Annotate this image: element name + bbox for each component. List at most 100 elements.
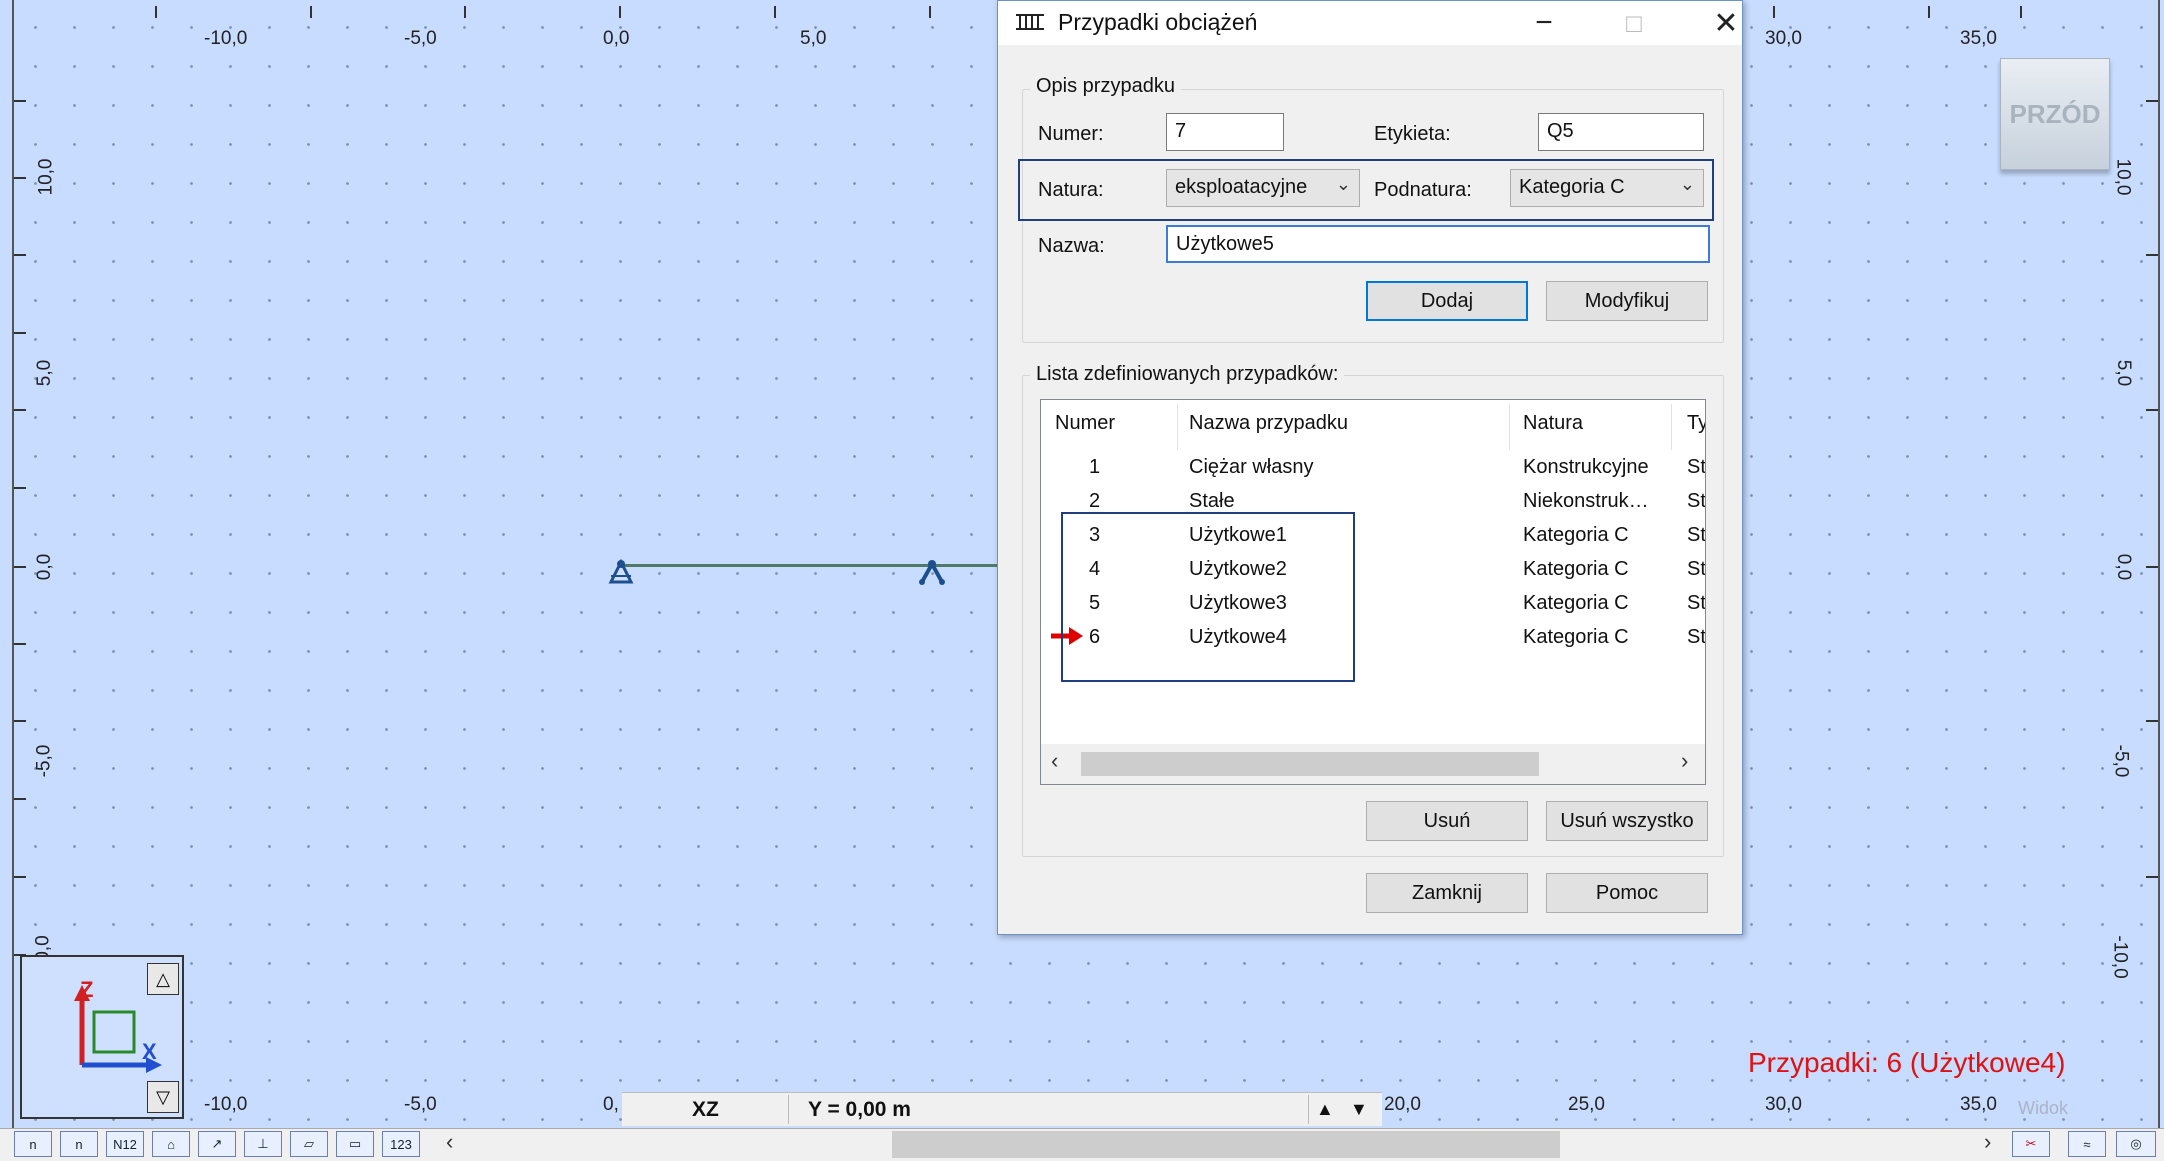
help-button[interactable]: Pomoc xyxy=(1546,873,1708,913)
list-item[interactable]: 1 Ciężar własny Konstrukcyjne St xyxy=(1041,452,1705,486)
row-name: Ciężar własny xyxy=(1189,456,1314,478)
view-label: Widok xyxy=(2018,1098,2069,1118)
front-view-button[interactable]: PRZÓD xyxy=(2000,58,2110,170)
toolbar-button[interactable]: ⌂ xyxy=(152,1131,190,1157)
column-separator[interactable] xyxy=(1671,404,1672,450)
top-tick-label: 35,0 xyxy=(1960,28,1997,49)
view-plane-bar: XZ Y = 0,00 m ▲ ▼ xyxy=(622,1092,1382,1126)
toolbar-button[interactable]: n xyxy=(14,1131,52,1157)
top-tick-label: -10,0 xyxy=(204,28,248,49)
scroll-left-icon[interactable]: ‹ xyxy=(446,1129,453,1155)
right-tick-label: -10,0 xyxy=(2109,935,2131,979)
roller-support-icon[interactable] xyxy=(915,558,949,588)
label-field[interactable]: Q5 xyxy=(1538,113,1704,151)
right-tick-label: 0,0 xyxy=(2113,553,2135,581)
row-nature: Konstrukcyjne xyxy=(1523,456,1649,478)
scroll-right-icon[interactable]: › xyxy=(1984,1129,1991,1155)
chevron-down-icon: ⌄ xyxy=(1679,174,1695,194)
level-down-button[interactable]: ▼ xyxy=(1350,1093,1368,1126)
number-field[interactable]: 7 xyxy=(1166,113,1284,151)
toolbar-button[interactable]: ▱ xyxy=(290,1131,328,1157)
ruler-tick xyxy=(14,254,26,256)
column-header-number[interactable]: Numer xyxy=(1055,412,1115,435)
delete-button[interactable]: Usuń xyxy=(1366,801,1528,841)
scrollbar-thumb[interactable] xyxy=(892,1131,1560,1158)
ruler-tick xyxy=(14,876,26,878)
toolbar-button[interactable]: ▭ xyxy=(336,1131,374,1157)
ruler-tick xyxy=(2146,100,2158,102)
ruler-tick xyxy=(1928,6,1930,18)
row-type: St xyxy=(1687,626,1706,648)
top-tick-label: 30,0 xyxy=(1765,28,1802,49)
ruler-tick xyxy=(2146,876,2158,878)
right-tick-label: 5,0 xyxy=(2113,359,2135,387)
toolbar-button[interactable]: n xyxy=(60,1131,98,1157)
bottom-tick-label: -10,0 xyxy=(204,1094,248,1115)
rotate-down-button[interactable]: ▽ xyxy=(147,1081,179,1113)
scroll-left-icon[interactable]: ‹ xyxy=(1051,748,1058,774)
right-tick-label: -5,0 xyxy=(2110,744,2132,778)
axis-orientation-widget: Z X △ ▽ xyxy=(20,955,184,1119)
bottom-tick-label: 30,0 xyxy=(1765,1094,1802,1115)
column-header-name[interactable]: Nazwa przypadku xyxy=(1189,412,1348,435)
row-nature: Kategoria C xyxy=(1523,524,1629,546)
ruler-tick xyxy=(2146,566,2158,568)
ruler-tick xyxy=(14,798,26,800)
plane-selector[interactable]: XZ xyxy=(692,1093,719,1126)
toolbar-button[interactable]: ⊥ xyxy=(244,1131,282,1157)
name-field[interactable]: Użytkowe5 xyxy=(1166,225,1710,263)
bottom-toolbar: n n N12 ⌂ ↗ ⊥ ▱ ▭ 123 ‹ › ✂ ≈ ◎ xyxy=(0,1128,2164,1161)
number-label: Numer: xyxy=(1038,123,1104,145)
column-separator[interactable] xyxy=(1177,404,1178,450)
dialog-title: Przypadki obciążeń xyxy=(1058,9,1258,35)
status-cases-text: Przypadki: 6 (Użytkowe4) xyxy=(1748,1047,2066,1078)
ruler-tick xyxy=(14,177,26,179)
add-button[interactable]: Dodaj xyxy=(1366,281,1528,321)
ruler-tick xyxy=(464,6,466,18)
toolbar-button[interactable]: N12 xyxy=(106,1131,144,1157)
column-separator[interactable] xyxy=(1509,404,1510,450)
display-toggle-button[interactable]: ◎ xyxy=(2116,1131,2156,1157)
row-number: 2 xyxy=(1089,490,1101,512)
scrollbar-thumb[interactable] xyxy=(1081,752,1539,776)
ruler-tick xyxy=(619,6,621,18)
column-header-nature[interactable]: Natura xyxy=(1523,412,1583,435)
pinned-support-icon[interactable] xyxy=(604,558,638,588)
ruler-tick xyxy=(14,487,26,489)
label-label: Etykieta: xyxy=(1374,123,1451,145)
row-type: St xyxy=(1687,558,1706,580)
close-button[interactable]: Zamknij xyxy=(1366,873,1528,913)
delete-all-button[interactable]: Usuń wszystko xyxy=(1546,801,1708,841)
minimize-icon[interactable]: − xyxy=(1514,1,1574,45)
close-icon[interactable]: ✕ xyxy=(1696,1,1756,45)
toolbar-button[interactable]: ↗ xyxy=(198,1131,236,1157)
right-tick-label: 10,0 xyxy=(2112,158,2134,196)
canvas-frame-left xyxy=(12,0,14,1128)
dialog-titlebar[interactable]: Przypadki obciążeń − □ ✕ xyxy=(998,1,1742,45)
row-type: St xyxy=(1687,490,1706,512)
modify-button[interactable]: Modyfikuj xyxy=(1546,281,1708,321)
display-toggle-button[interactable]: ✂ xyxy=(2012,1131,2050,1157)
ruler-tick xyxy=(14,566,26,568)
nature-select[interactable]: eksploatacyjne ⌄ xyxy=(1166,169,1360,207)
cases-listview[interactable]: Numer Nazwa przypadku Natura Ty 1 Ciężar… xyxy=(1040,399,1706,785)
toolbar-button[interactable]: 123 xyxy=(382,1131,420,1157)
canvas-frame-right xyxy=(2158,0,2160,1128)
rotate-up-button[interactable]: △ xyxy=(147,963,179,995)
ruler-tick xyxy=(155,6,157,18)
left-tick-label: 10,0 xyxy=(35,158,57,196)
ruler-tick xyxy=(310,6,312,18)
scroll-right-icon[interactable]: › xyxy=(1681,748,1688,774)
list-horizontal-scrollbar[interactable]: ‹ › xyxy=(1041,744,1705,784)
display-toggle-button[interactable]: ≈ xyxy=(2068,1131,2106,1157)
ruler-tick xyxy=(929,6,931,18)
row-type: St xyxy=(1687,456,1706,478)
nature-label: Natura: xyxy=(1038,179,1104,201)
nature-select-value: eksploatacyjne xyxy=(1175,176,1308,198)
plane-coordinate: Y = 0,00 m xyxy=(808,1097,911,1121)
subnature-select[interactable]: Kategoria C ⌄ xyxy=(1510,169,1704,207)
chevron-down-icon: ⌄ xyxy=(1335,174,1351,194)
separator xyxy=(788,1095,789,1124)
level-up-button[interactable]: ▲ xyxy=(1316,1093,1334,1126)
column-header-type[interactable]: Ty xyxy=(1687,412,1705,435)
